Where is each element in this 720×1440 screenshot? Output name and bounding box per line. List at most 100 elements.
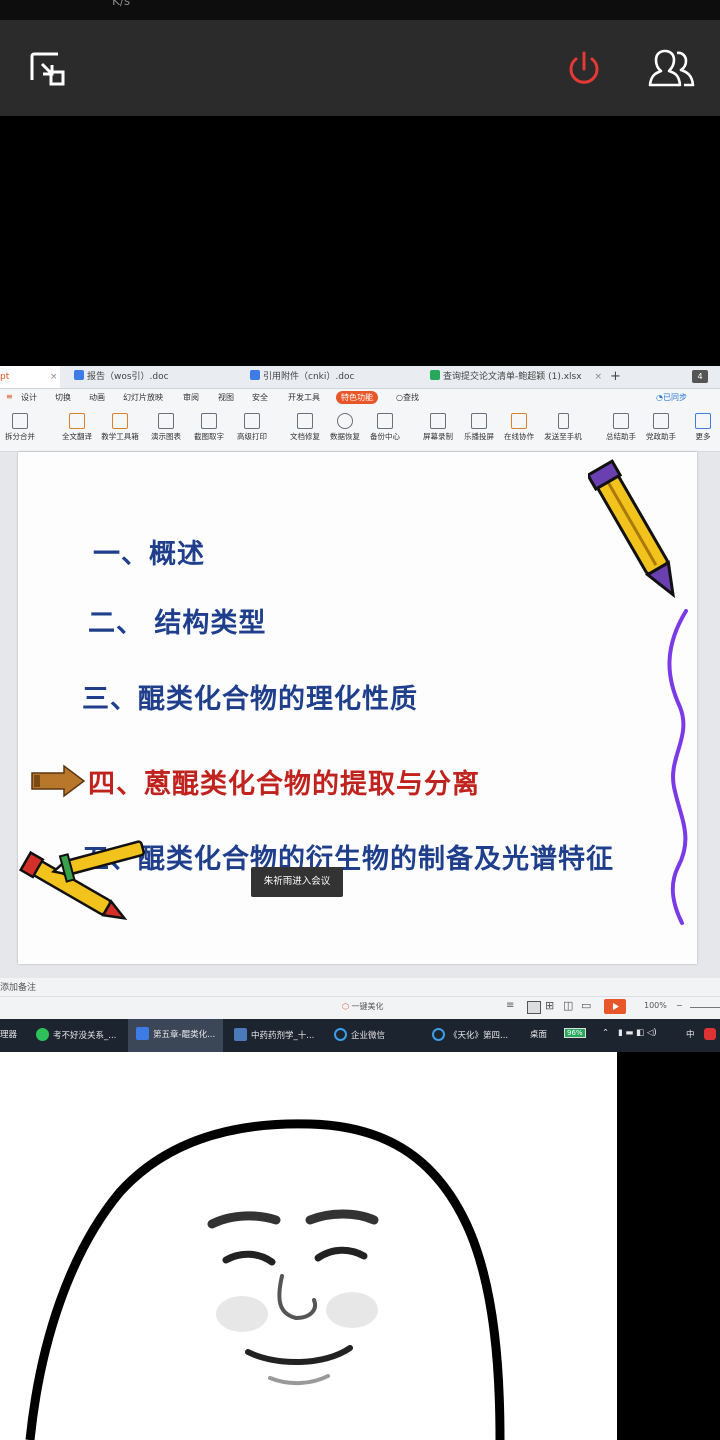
app-icon: [136, 1027, 149, 1040]
meeting-toolbar: [0, 20, 720, 116]
summary-icon: [613, 413, 629, 429]
cast-screen-button[interactable]: 乐播投屏: [459, 411, 499, 442]
ribbon-label: 屏幕录制: [423, 432, 453, 441]
taskbar-label: 第五章-醌类化...: [153, 1030, 216, 1040]
participants-button[interactable]: [646, 49, 698, 89]
translate-button[interactable]: 全文翻译: [57, 411, 97, 442]
ribbon-label: 数据恢复: [330, 432, 360, 441]
beautify-label: 一键美化: [351, 1002, 384, 1011]
menu-security[interactable]: 安全: [252, 392, 268, 403]
ribbon-label: 演示图表: [151, 432, 181, 441]
pointer-arrow-icon: [31, 764, 86, 798]
status-fragment: K/s: [112, 0, 131, 8]
normal-view-icon[interactable]: [527, 1001, 541, 1014]
tab-cnki-attachment[interactable]: 引用附件（cnki）.doc: [250, 366, 354, 388]
more-button[interactable]: 更多: [688, 411, 718, 442]
tab-count-badge[interactable]: 4: [692, 370, 708, 383]
party-assistant-icon: [653, 413, 669, 429]
menu-transition[interactable]: 切换: [55, 392, 71, 403]
teaching-tools-button[interactable]: 教学工具箱: [100, 411, 140, 442]
shared-screen: pt × 报告（wos引）.doc 引用附件（cnki）.doc 查询提交论文清…: [0, 366, 720, 1052]
wps-tray-icon[interactable]: [704, 1028, 716, 1040]
screen-record-button[interactable]: 屏幕录制: [418, 411, 458, 442]
taskbar-label: 《天化》第四...: [449, 1031, 509, 1041]
tab-ppt[interactable]: pt ×: [0, 366, 60, 388]
excel-file-icon: [430, 370, 440, 380]
sorter-view-icon[interactable]: ⊞: [545, 999, 554, 1012]
app-icon: [432, 1028, 445, 1041]
menu-search[interactable]: ○查找: [396, 392, 419, 403]
menu-developer[interactable]: 开发工具: [288, 392, 320, 403]
exit-fullscreen-icon[interactable]: [28, 50, 68, 90]
taskbar-item[interactable]: 企业微信: [334, 1028, 385, 1041]
outline-item-1: 一、概述: [93, 539, 205, 570]
taskbar-label: 考不好没关系_...: [53, 1031, 117, 1041]
demo-chart-button[interactable]: 演示图表: [146, 411, 186, 442]
tray-chevron-icon[interactable]: ⌃: [602, 1028, 609, 1038]
close-icon[interactable]: ×: [50, 366, 58, 388]
app-icon: [234, 1028, 247, 1041]
new-tab-button[interactable]: +: [610, 366, 621, 388]
battery-icon: 96%: [564, 1028, 586, 1038]
backup-center-button[interactable]: 备份中心: [365, 411, 405, 442]
send-to-phone-button[interactable]: 发送至手机: [543, 411, 583, 442]
more-apps-icon: [695, 413, 711, 429]
doc-repair-button[interactable]: 文档修复: [285, 411, 325, 442]
tray-icons[interactable]: ▮ ▬ ◧ ◁): [618, 1028, 657, 1038]
battery-indicator: 96%: [564, 1028, 586, 1038]
ime-indicator[interactable]: 中: [686, 1028, 695, 1040]
ribbon-label: 全文翻译: [62, 432, 92, 441]
menu-design[interactable]: 设计: [21, 392, 37, 403]
ribbon-label: 发送至手机: [544, 432, 582, 441]
notes-toggle-icon[interactable]: ≡: [506, 1000, 514, 1011]
menu-review[interactable]: 审阅: [183, 392, 199, 403]
notes-bar[interactable]: 添加备注: [0, 978, 720, 996]
tab-wos-report[interactable]: 报告（wos引）.doc: [74, 366, 169, 388]
online-collab-button[interactable]: 在线协作: [499, 411, 539, 442]
party-assistant-button[interactable]: 党政助手: [641, 411, 681, 442]
collab-icon: [511, 413, 527, 429]
tab-label: 报告（wos引）.doc: [87, 372, 169, 382]
taskbar-item[interactable]: 《天化》第四...: [432, 1028, 508, 1041]
slide[interactable]: 一、概述 二、 结构类型 三、醌类化合物的理化性质 四、蒽醌类化合物的提取与分离…: [18, 452, 697, 964]
taskbar-item[interactable]: 考不好没关系_...: [36, 1028, 116, 1041]
taskbar-item-active[interactable]: 第五章-醌类化...: [128, 1019, 224, 1052]
ribbon-label: 党政助手: [646, 432, 676, 441]
menu-item[interactable]: ≡: [6, 392, 13, 401]
tab-xlsx[interactable]: 查询提交论文清单-鲍超颖 (1).xlsx ×: [430, 366, 602, 388]
sync-status[interactable]: ◔已同步: [656, 392, 687, 403]
taskbar-label: 企业微信: [351, 1031, 386, 1041]
reading-view-icon[interactable]: ◫: [563, 999, 573, 1012]
pencil-clipart-icon: [588, 459, 676, 599]
screen-record-icon: [430, 413, 446, 429]
zoom-slider[interactable]: [690, 1007, 720, 1008]
ribbon-label: 更多: [695, 432, 711, 441]
tab-label: 引用附件（cnki）.doc: [263, 372, 355, 382]
presenter-view-icon[interactable]: ▭: [581, 999, 591, 1012]
zoom-level[interactable]: 100%: [644, 1001, 667, 1010]
ribbon-label: 高级打印: [237, 432, 267, 441]
sync-label: 已同步: [662, 393, 687, 402]
taskbar-item[interactable]: 理器: [0, 1028, 17, 1040]
play-slideshow-button[interactable]: [604, 999, 626, 1014]
leave-meeting-button[interactable]: [564, 49, 604, 89]
taskbar-item[interactable]: 中药药剂学_十...: [234, 1028, 314, 1041]
menu-slideshow[interactable]: 幻灯片放映: [123, 392, 163, 403]
summary-assistant-button[interactable]: 总结助手: [601, 411, 641, 442]
screenshot-ocr-button[interactable]: 截图取字: [189, 411, 229, 442]
outline-item-4: 四、蒽醌类化合物的提取与分离: [88, 769, 480, 800]
menu-featured[interactable]: 特色功能: [336, 391, 378, 404]
taskbar-desktop[interactable]: 桌面: [530, 1028, 547, 1040]
close-icon[interactable]: ×: [594, 372, 602, 382]
split-merge-button[interactable]: 拆分合并: [0, 411, 40, 442]
advanced-print-button[interactable]: 高级打印: [232, 411, 272, 442]
app-icon: [36, 1028, 49, 1041]
tab-label: pt: [0, 372, 10, 382]
participant-video-tile[interactable]: [0, 1052, 617, 1440]
data-recovery-button[interactable]: 数据恢复: [325, 411, 365, 442]
beautify-button[interactable]: ⬡ 一键美化: [342, 1001, 384, 1012]
zoom-out-icon[interactable]: −: [676, 1001, 683, 1010]
menu-view[interactable]: 视图: [218, 392, 234, 403]
menu-animation[interactable]: 动画: [89, 392, 105, 403]
search-label: 查找: [402, 393, 419, 402]
